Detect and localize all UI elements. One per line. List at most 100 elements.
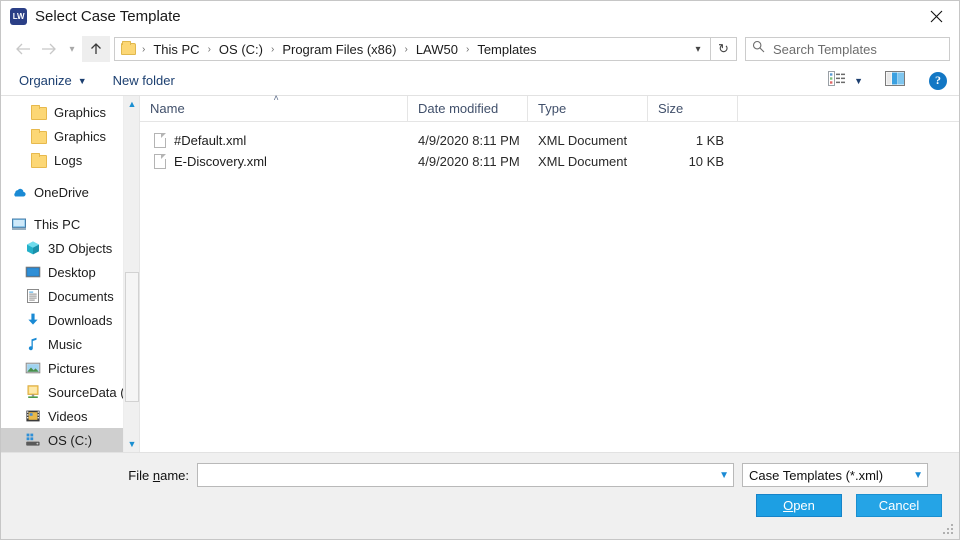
sidebar-item-label: 3D Objects — [48, 240, 113, 256]
scroll-down-arrow-icon[interactable]: ▼ — [124, 436, 139, 452]
scrollbar-thumb[interactable] — [125, 272, 139, 402]
sidebar-item-this-pc[interactable]: This PC — [1, 212, 139, 236]
forward-icon[interactable] — [36, 36, 62, 62]
table-row[interactable]: E-Discovery.xml 4/9/2020 8:11 PM XML Doc… — [140, 151, 959, 172]
select-case-template-dialog: LW Select Case Template ▾ › This PC › OS… — [0, 0, 960, 540]
file-name-label: File name: — [1, 468, 197, 483]
file-type-cell: XML Document — [538, 133, 628, 148]
cancel-button[interactable]: Cancel — [856, 494, 942, 517]
sidebar-item-downloads[interactable]: Downloads — [1, 308, 139, 332]
address-bar[interactable]: › This PC › OS (C:) › Program Files (x86… — [114, 37, 711, 61]
breadcrumb-item-this-pc[interactable]: This PC — [151, 42, 201, 57]
table-row[interactable]: #Default.xml 4/9/2020 8:11 PM XML Docume… — [140, 130, 959, 151]
breadcrumb-item-law50[interactable]: LAW50 — [414, 42, 460, 57]
desktop-icon — [25, 264, 41, 280]
column-header-size[interactable]: Size — [648, 95, 738, 122]
dialog-buttons: Open Cancel — [756, 494, 942, 517]
file-name-label-accelerator: n — [152, 467, 161, 483]
sidebar-item-3d-objects[interactable]: 3D Objects — [1, 236, 139, 260]
chevron-down-icon[interactable]: ▼ — [907, 470, 923, 481]
recent-locations-icon[interactable]: ▾ — [62, 36, 82, 62]
breadcrumb-separator: › — [465, 43, 470, 55]
chevron-down-icon[interactable]: ▾ — [688, 44, 708, 55]
search-input[interactable]: Search Templates — [773, 42, 877, 57]
breadcrumb-separator: › — [404, 43, 408, 55]
chevron-down-icon[interactable]: ▼ — [854, 76, 863, 86]
file-name-label-pre: File — [128, 467, 153, 483]
breadcrumb-item-templates[interactable]: Templates — [475, 42, 538, 57]
sidebar-item-label: OS (C:) — [48, 432, 93, 448]
file-name-row: File name: ▼ Case Templates (*.xml) ▼ — [1, 463, 959, 487]
sidebar-item-desktop[interactable]: Desktop — [1, 260, 139, 284]
breadcrumb-folder-icon — [121, 41, 136, 55]
downloads-icon — [25, 312, 41, 328]
sidebar-item-sourcedata[interactable]: SourceData (Cev — [1, 380, 139, 404]
local-disk-icon — [25, 432, 41, 448]
file-name-input[interactable]: ▼ — [197, 463, 734, 487]
back-icon[interactable] — [10, 36, 36, 62]
title-bar: LW Select Case Template — [1, 1, 959, 32]
chevron-down-icon[interactable]: ▼ — [713, 470, 729, 481]
up-icon[interactable] — [82, 36, 110, 62]
search-icon — [752, 40, 765, 58]
onedrive-icon — [11, 184, 27, 200]
sidebar-item-documents[interactable]: Documents — [1, 284, 139, 308]
sidebar-item-label: Graphics — [54, 128, 107, 144]
help-button[interactable]: ? — [929, 71, 947, 90]
file-list-pane: ˄ Name Date modified Type Size #Default.… — [139, 92, 959, 452]
file-date-cell: 4/9/2020 8:11 PM — [418, 154, 520, 169]
details-view-icon — [828, 70, 846, 91]
open-label-accelerator: O — [783, 498, 794, 513]
file-size-cell: 10 KB — [688, 154, 724, 169]
refresh-icon[interactable]: ↻ — [711, 37, 737, 61]
sidebar-item-logs[interactable]: Logs — [1, 148, 139, 172]
sidebar-scrollbar[interactable]: ▲ ▼ — [123, 96, 139, 452]
sidebar-item-label: Graphics — [54, 104, 107, 120]
file-name-label: E-Discovery.xml — [174, 154, 267, 169]
sidebar-item-label: Downloads — [48, 312, 113, 328]
preview-pane-icon — [885, 70, 905, 91]
network-drive-icon — [25, 384, 41, 400]
search-box[interactable]: Search Templates — [745, 37, 950, 61]
sidebar-item-label: OneDrive — [34, 184, 89, 200]
file-name-cell[interactable]: #Default.xml — [140, 133, 408, 148]
organize-button[interactable]: Organize ▼ — [19, 73, 87, 88]
sidebar-item-label: Pictures — [48, 360, 95, 376]
new-folder-button[interactable]: New folder — [113, 73, 175, 88]
sidebar-item-graphics[interactable]: Graphics — [1, 100, 139, 124]
navigation-bar: ▾ › This PC › OS (C:) › Program Files (x… — [1, 32, 959, 66]
column-header-label: Name — [150, 101, 185, 116]
folder-icon — [31, 128, 47, 144]
sidebar-item-os-c[interactable]: OS (C:) — [1, 428, 139, 452]
breadcrumb-item-os-c[interactable]: OS (C:) — [217, 42, 265, 57]
column-header-label: Date modified — [418, 101, 499, 116]
command-bar: Organize ▼ New folder ▼ ? — [1, 66, 959, 96]
column-header-name[interactable]: ˄ Name — [140, 92, 408, 122]
column-header-type[interactable]: Type — [528, 95, 648, 122]
breadcrumb-item-program-files[interactable]: Program Files (x86) — [280, 42, 398, 57]
organize-label: Organize — [19, 73, 72, 88]
open-button[interactable]: Open — [756, 494, 842, 517]
open-label-post: pen — [793, 498, 815, 513]
sidebar-item-onedrive[interactable]: OneDrive — [1, 180, 139, 204]
folder-icon — [31, 152, 47, 168]
resize-grip[interactable] — [943, 524, 955, 536]
file-type-select[interactable]: Case Templates (*.xml) ▼ — [742, 463, 928, 487]
sidebar-item-music[interactable]: Music — [1, 332, 139, 356]
sidebar-item-pictures[interactable]: Pictures — [1, 356, 139, 380]
view-options-button[interactable]: ▼ — [828, 70, 863, 91]
pictures-icon — [25, 360, 41, 376]
close-icon[interactable] — [913, 1, 959, 32]
column-header-date-modified[interactable]: Date modified — [408, 95, 528, 122]
sidebar-item-graphics-2[interactable]: Graphics — [1, 124, 139, 148]
sidebar-item-videos[interactable]: Videos — [1, 404, 139, 428]
folder-icon — [31, 104, 47, 120]
file-name-cell[interactable]: E-Discovery.xml — [140, 154, 408, 169]
xml-document-icon — [154, 133, 166, 148]
column-header-label: Size — [658, 101, 684, 116]
sidebar-item-label: Documents — [48, 288, 114, 304]
column-headers: ˄ Name Date modified Type Size — [140, 92, 959, 122]
sort-ascending-icon: ˄ — [273, 92, 279, 103]
preview-pane-button[interactable] — [885, 70, 905, 91]
scroll-up-arrow-icon[interactable]: ▲ — [124, 96, 139, 112]
